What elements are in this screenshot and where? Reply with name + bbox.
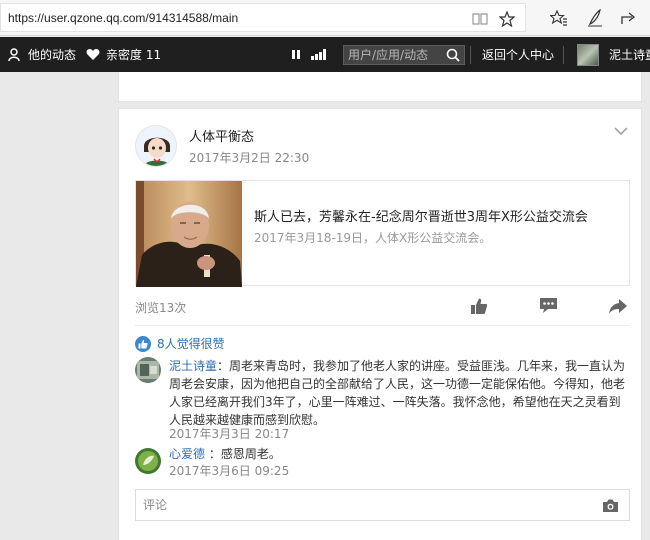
feed-card: 人体平衡态 2017年3月2日 22:30 斯人已去，芳馨永在-纪念周尔晋逝世3…	[118, 108, 642, 540]
nav-search-box	[343, 45, 465, 65]
reading-view-icon[interactable]	[471, 10, 489, 28]
qzone-top-nav: 他的动态 亲密度 11 返回个人中心 泥土诗童	[0, 37, 650, 72]
share-description: 2017年3月18-19日，人体X形公益交流会。	[254, 231, 492, 245]
commenter-name[interactable]: 心爱德	[169, 447, 205, 461]
favorites-list-icon[interactable]	[549, 8, 569, 28]
comment-content: 感恩周老。	[220, 447, 281, 461]
author-name[interactable]: 人体平衡态	[189, 126, 254, 145]
nav-username-label: 泥土诗童	[609, 48, 650, 62]
heart-icon	[86, 49, 100, 60]
comment-separator: ：	[205, 447, 221, 461]
address-bar[interactable]: https://user.qzone.qq.com/914314588/main	[0, 3, 526, 32]
nav-his-feeds-label: 他的动态	[28, 48, 77, 62]
comment-bubble-icon[interactable]	[537, 295, 559, 317]
comment-content: 周老来青岛时，我参加了他老人家的讲座。受益匪浅。几年来，我一直认为周老会安康，因…	[169, 359, 626, 427]
pen-note-icon[interactable]	[585, 8, 605, 28]
section-divider	[135, 325, 630, 326]
commenter-avatar[interactable]	[135, 448, 161, 474]
comment-time: 2017年3月6日 09:25	[169, 464, 290, 478]
user-avatar[interactable]	[577, 44, 599, 66]
camera-icon[interactable]	[602, 498, 619, 513]
commenter-avatar[interactable]	[135, 357, 161, 383]
nav-search-input[interactable]	[348, 47, 440, 63]
comment-time: 2017年3月3日 20:17	[169, 427, 290, 441]
commenter-name[interactable]: 泥土诗童	[169, 359, 217, 373]
author-avatar[interactable]	[135, 125, 177, 167]
comment-text: 泥土诗童：周老来青岛时，我参加了他老人家的讲座。受益匪浅。几年来，我一直认为周老…	[169, 357, 632, 429]
url-text[interactable]: https://user.qzone.qq.com/914314588/main	[8, 11, 238, 25]
nav-back-home-label: 返回个人中心	[482, 48, 555, 62]
like-icon	[135, 335, 151, 352]
chevron-down-icon[interactable]	[613, 124, 629, 138]
likes-summary[interactable]: 8人觉得很赞	[135, 335, 225, 352]
shared-link-card[interactable]: 斯人已去，芳馨永在-纪念周尔晋逝世3周年X形公益交流会 2017年3月18-19…	[135, 180, 630, 287]
post-time: 2017年3月2日 22:30	[189, 151, 310, 165]
nav-intimacy-label: 亲密度 11	[106, 48, 162, 62]
nav-back-home-link[interactable]: 返回个人中心	[482, 37, 554, 72]
nav-divider	[470, 46, 471, 64]
share-icon[interactable]	[619, 8, 639, 28]
nav-divider	[563, 46, 564, 64]
view-count: 浏览13次	[135, 301, 187, 315]
favorite-star-icon[interactable]	[498, 10, 516, 28]
search-icon[interactable]	[445, 47, 461, 63]
comment-box	[135, 489, 630, 521]
forward-share-icon[interactable]	[607, 295, 629, 317]
signal-bars-icon[interactable]	[311, 37, 333, 72]
nav-his-feeds[interactable]: 他的动态	[8, 37, 76, 72]
previous-feed-card	[118, 72, 642, 102]
comment-separator: ：	[217, 359, 230, 373]
comment-input[interactable]	[143, 496, 583, 514]
share-title[interactable]: 斯人已去，芳馨永在-纪念周尔晋逝世3周年X形公益交流会	[254, 206, 588, 225]
thumbs-up-icon[interactable]	[468, 295, 490, 317]
share-thumbnail	[136, 181, 242, 287]
pause-icon[interactable]	[291, 37, 307, 72]
likes-count-text: 8人觉得很赞	[157, 337, 225, 351]
person-icon	[8, 47, 20, 61]
browser-toolbar: https://user.qzone.qq.com/914314588/main	[0, 0, 650, 36]
nav-username[interactable]: 泥土诗童	[609, 37, 650, 72]
nav-intimacy[interactable]: 亲密度 11	[86, 37, 161, 72]
comment-text: 心爱德 ：感恩周老。	[169, 445, 632, 463]
